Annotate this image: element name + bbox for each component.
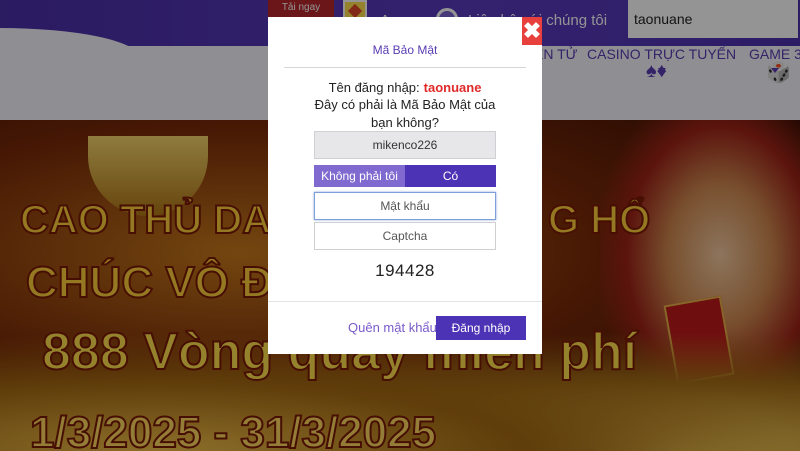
modal-footer-divider bbox=[268, 301, 542, 302]
username-line: Tên đăng nhập: taonuane bbox=[268, 80, 542, 95]
question-line-1: Đây có phải là Mã Bảo Mật của bbox=[314, 97, 496, 112]
modal-title: Mã Bảo Mật bbox=[372, 43, 438, 57]
login-button[interactable]: Đăng nhập bbox=[436, 316, 526, 340]
question-line-2: bạn không? bbox=[371, 115, 439, 130]
captcha-input[interactable] bbox=[314, 222, 496, 250]
password-input[interactable] bbox=[314, 192, 496, 220]
username-label: Tên đăng nhập: bbox=[328, 80, 420, 95]
username-value: taonuane bbox=[423, 80, 482, 95]
yes-button[interactable]: Có bbox=[405, 165, 496, 187]
security-code-modal: Mã Bảo Mật Tên đăng nhập: taonuane Đây có… bbox=[268, 17, 542, 354]
captcha-code: 194428 bbox=[375, 261, 435, 280]
not-me-button[interactable]: Không phải tôi bbox=[314, 165, 405, 187]
forgot-password-link[interactable]: Quên mật khẩu bbox=[348, 320, 437, 335]
modal-divider bbox=[284, 67, 526, 68]
close-icon[interactable]: ✖ bbox=[522, 17, 542, 45]
security-code-display: mikenco226 bbox=[314, 131, 496, 159]
